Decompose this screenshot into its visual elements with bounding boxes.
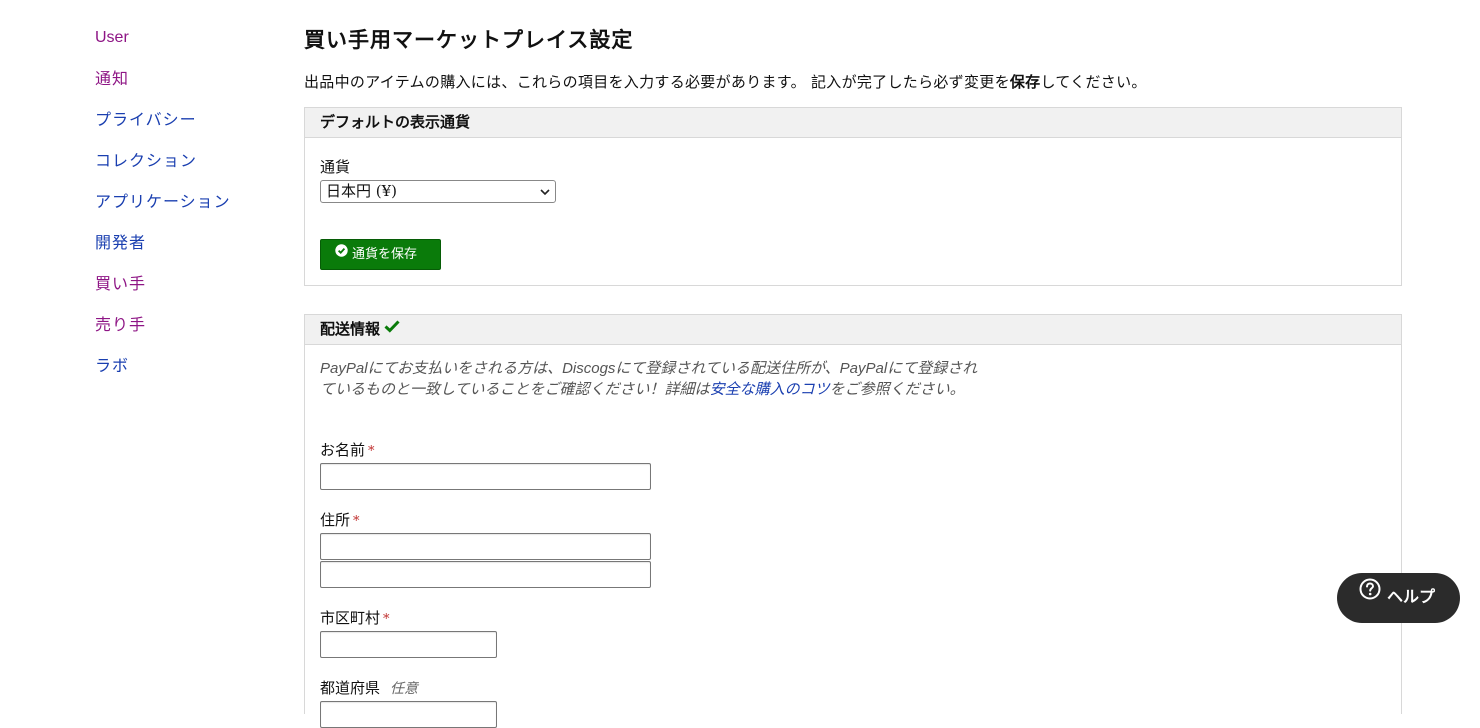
checkmark-icon (384, 314, 400, 343)
check-circle-icon (335, 239, 348, 268)
prefecture-label: 都道府県 任意 (320, 677, 418, 698)
sidebar-item-privacy[interactable]: プライバシー (95, 110, 275, 151)
address-line1-input[interactable] (320, 533, 651, 560)
chevron-down-icon (540, 184, 550, 205)
name-label: お名前 * (320, 439, 375, 460)
sidebar-item-developers[interactable]: 開発者 (95, 233, 275, 274)
currency-select[interactable]: 日本円 (¥) (320, 180, 556, 203)
name-label-text: お名前 (320, 441, 366, 459)
shipping-panel-title: 配送情報 (320, 320, 381, 338)
settings-sidebar: User 通知 プライバシー コレクション アプリケーション 開発者 買い手 売… (95, 28, 275, 397)
intro-text-bold: 保存 (1009, 73, 1041, 91)
shipping-panel-header: 配送情報 (305, 315, 1401, 345)
shipping-panel: 配送情報 PayPalにてお支払いをされる方は、Discogsにて登録されている… (304, 314, 1402, 728)
sidebar-item-applications[interactable]: アプリケーション (95, 192, 275, 233)
required-mark: * (353, 514, 360, 529)
currency-label: 通貨 (320, 158, 351, 176)
city-input[interactable] (320, 631, 497, 658)
city-label: 市区町村 * (320, 607, 390, 628)
address-line2-input[interactable] (320, 561, 651, 588)
sidebar-item-labs[interactable]: ラボ (95, 356, 275, 397)
sidebar-item-user[interactable]: User (95, 28, 275, 69)
currency-panel-body: 通貨 日本円 (¥) 通貨を保存 (305, 138, 1401, 285)
required-mark: * (368, 444, 375, 459)
safe-buying-tips-link[interactable]: 安全な購入のコツ (710, 381, 830, 398)
sidebar-item-collection[interactable]: コレクション (95, 151, 275, 192)
intro-text: 出品中のアイテムの購入には、これらの項目を入力する必要があります。 記入が完了し… (304, 71, 1147, 92)
sidebar-item-buyer[interactable]: 買い手 (95, 274, 275, 315)
intro-text-after: してください。 (1040, 73, 1147, 91)
address-label: 住所 * (320, 509, 360, 530)
currency-panel: デフォルトの表示通貨 通貨 日本円 (¥) 通貨を保存 (304, 107, 1402, 286)
intro-text-before: 出品中のアイテムの購入には、これらの項目を入力する必要があります。 記入が完了し… (304, 73, 1010, 91)
name-input[interactable] (320, 463, 651, 490)
required-mark: * (383, 612, 390, 627)
page-title: 買い手用マーケットプレイス設定 (304, 27, 634, 52)
city-label-text: 市区町村 (320, 609, 381, 627)
currency-select-value: 日本円 (¥) (326, 182, 398, 200)
question-circle-icon (1359, 571, 1381, 621)
save-currency-button-label: 通貨を保存 (352, 247, 418, 262)
help-button[interactable]: ヘルプ (1337, 573, 1460, 623)
sidebar-item-seller[interactable]: 売り手 (95, 315, 275, 356)
currency-panel-header: デフォルトの表示通貨 (305, 108, 1401, 138)
sidebar-item-notifications[interactable]: 通知 (95, 69, 275, 110)
address-label-text: 住所 (320, 511, 351, 529)
paypal-note-after: をご参照ください。 (829, 380, 965, 398)
help-button-label: ヘルプ (1387, 589, 1436, 606)
optional-mark: 任意 (390, 681, 419, 697)
paypal-note: PayPalにてお支払いをされる方は、Discogsにて登録されている配送住所が… (320, 359, 990, 400)
shipping-panel-body: PayPalにてお支払いをされる方は、Discogsにて登録されている配送住所が… (305, 345, 1401, 728)
save-currency-button[interactable]: 通貨を保存 (320, 239, 441, 270)
prefecture-label-text: 都道府県 (320, 679, 381, 697)
prefecture-input[interactable] (320, 701, 497, 728)
